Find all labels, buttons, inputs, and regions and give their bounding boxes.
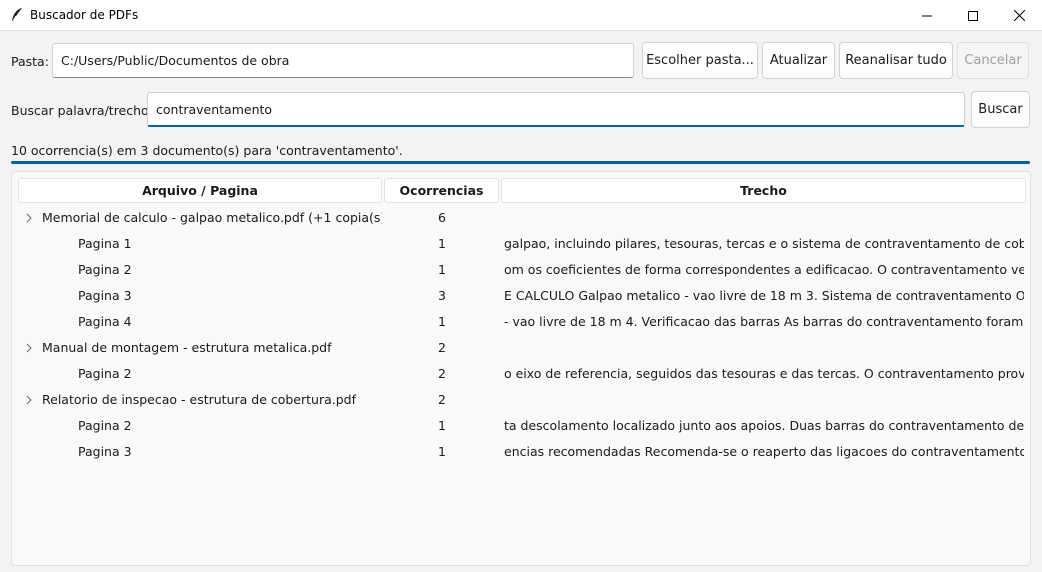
feather-icon — [11, 8, 22, 23]
row-name: Pagina 2 — [78, 418, 132, 433]
search-label: Buscar palavra/trecho: — [11, 103, 153, 118]
row-name: Pagina 1 — [78, 236, 132, 251]
search-button[interactable]: Buscar — [971, 91, 1030, 128]
chevron-right-icon[interactable] — [24, 395, 34, 405]
progress-bar — [11, 161, 1030, 164]
close-button[interactable] — [996, 0, 1042, 31]
row-snippet: encias recomendadas Recomenda-se o reape… — [504, 444, 1024, 459]
folder-label: Pasta: — [11, 54, 49, 69]
results-tree[interactable]: Arquivo / Pagina Ocorrencias Trecho Memo… — [11, 171, 1031, 566]
refresh-button[interactable]: Atualizar — [762, 42, 835, 79]
tree-child-row[interactable]: Pagina 3 1 encias recomendadas Recomenda-s… — [12, 439, 1030, 465]
row-count: 1 — [438, 418, 446, 433]
row-snippet: ta descolamento localizado junto aos apo… — [504, 418, 1024, 433]
tree-child-row[interactable]: Pagina 1 1 galpao, incluindo pilares, teso… — [12, 231, 1030, 257]
maximize-icon — [968, 10, 978, 21]
row-count: 6 — [438, 210, 446, 225]
folder-path-field[interactable]: C:/Users/Public/Documentos de obra — [52, 43, 634, 78]
tree-child-row[interactable]: Pagina 2 1 ta descolamento localizado junt… — [12, 413, 1030, 439]
tree-parent-row[interactable]: Manual de montagem - estrutura metalica.… — [12, 335, 1030, 361]
row-count: 1 — [438, 314, 446, 329]
row-name: Pagina 3 — [78, 444, 132, 459]
row-name: Manual de montagem - estrutura metalica.… — [42, 340, 332, 355]
column-header-snippet[interactable]: Trecho — [501, 178, 1026, 203]
row-count: 2 — [438, 366, 446, 381]
row-name: Pagina 2 — [78, 262, 132, 277]
minimize-button[interactable] — [904, 0, 950, 31]
title-bar: Buscador de PDFs — [0, 0, 1042, 31]
row-count: 1 — [438, 444, 446, 459]
status-text: 10 ocorrencia(s) em 3 documento(s) para … — [11, 143, 403, 158]
column-header-count[interactable]: Ocorrencias — [384, 178, 499, 203]
row-snippet: galpao, incluindo pilares, tesouras, ter… — [504, 236, 1024, 251]
row-name: Memorial de calculo - galpao metalico.pd… — [42, 210, 382, 225]
close-icon — [1013, 10, 1025, 21]
minimize-icon — [922, 15, 932, 16]
row-count: 1 — [438, 262, 446, 277]
row-count: 1 — [438, 236, 446, 251]
tree-child-row[interactable]: Pagina 3 3 E CALCULO Galpao metalico - vao… — [12, 283, 1030, 309]
row-name: Relatorio de inspecao - estrutura de cob… — [42, 392, 357, 407]
row-snippet — [504, 387, 1024, 413]
row-snippet: om os coeficientes de forma corresponden… — [504, 262, 1024, 277]
tree-parent-row[interactable]: Memorial de calculo - galpao metalico.pd… — [12, 205, 1030, 231]
row-name: Pagina 4 — [78, 314, 132, 329]
search-input[interactable]: contraventamento — [147, 92, 965, 127]
reanalyze-all-button[interactable]: Reanalisar tudo — [839, 42, 953, 79]
tree-child-row[interactable]: Pagina 2 2 o eixo de referencia, seguidos … — [12, 361, 1030, 387]
row-name: Pagina 3 — [78, 288, 132, 303]
row-name: Pagina 2 — [78, 366, 132, 381]
tree-child-row[interactable]: Pagina 4 1 - vao livre de 18 m 4. Verifica… — [12, 309, 1030, 335]
choose-folder-button[interactable]: Escolher pasta... — [642, 42, 758, 79]
row-snippet — [504, 335, 1024, 361]
tree-child-row[interactable]: Pagina 2 1 om os coeficientes de forma cor… — [12, 257, 1030, 283]
row-count: 3 — [438, 288, 446, 303]
window-title: Buscador de PDFs — [30, 8, 139, 22]
row-count: 2 — [438, 392, 446, 407]
tree-parent-row[interactable]: Relatorio de inspecao - estrutura de cob… — [12, 387, 1030, 413]
row-snippet — [504, 205, 1024, 231]
row-snippet: - vao livre de 18 m 4. Verificacao das b… — [504, 314, 1024, 329]
progress-fill — [11, 161, 1030, 164]
chevron-right-icon[interactable] — [24, 213, 34, 223]
row-snippet: o eixo de referencia, seguidos das tesou… — [504, 366, 1024, 381]
row-count: 2 — [438, 340, 446, 355]
maximize-button[interactable] — [950, 0, 996, 31]
column-header-file[interactable]: Arquivo / Pagina — [18, 178, 382, 203]
cancel-button[interactable]: Cancelar — [957, 42, 1029, 79]
chevron-right-icon[interactable] — [24, 343, 34, 353]
row-snippet: E CALCULO Galpao metalico - vao livre de… — [504, 288, 1024, 303]
